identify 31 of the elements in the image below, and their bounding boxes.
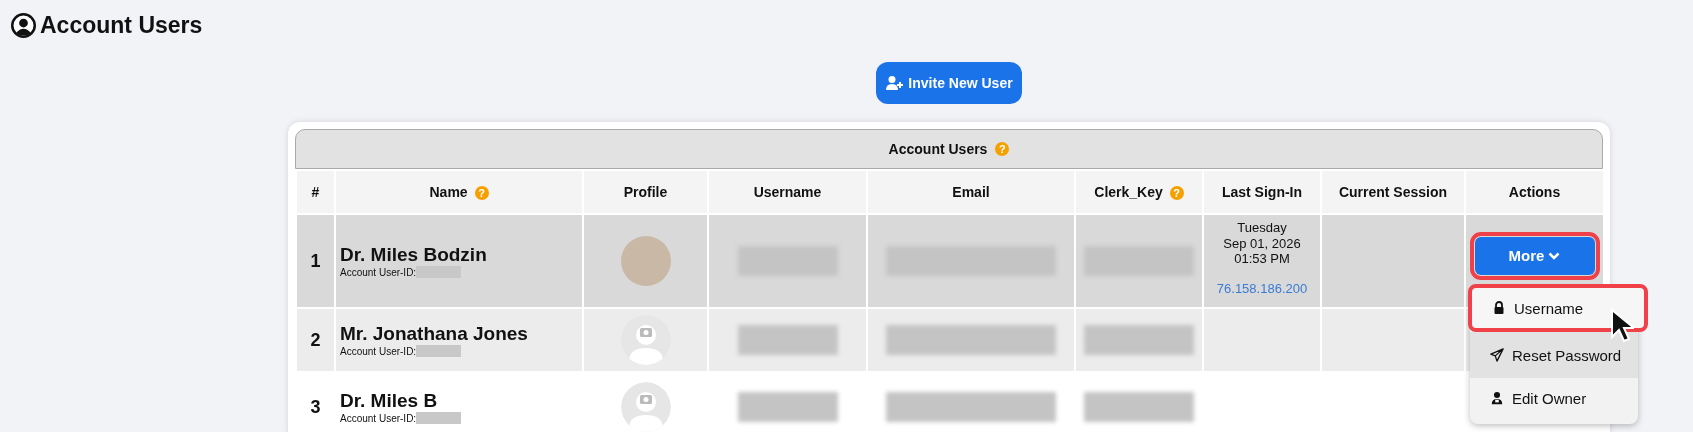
table-title: Account Users — [888, 141, 988, 157]
user-name: Dr. Miles Bodzin — [340, 244, 488, 266]
paper-plane-icon — [1490, 348, 1504, 362]
mouse-pointer-icon — [1610, 308, 1634, 344]
invite-user-button[interactable]: Invite New User — [876, 62, 1022, 104]
column-header: Email — [952, 184, 990, 200]
sign-in-time: Tuesday Sep 01, 2026 01:53 PM — [1222, 220, 1302, 267]
column-header: Username — [753, 184, 822, 200]
column-header: Profile — [623, 184, 668, 200]
add-user-icon — [885, 75, 906, 91]
row-number: 2 — [310, 329, 321, 350]
user-name: Dr. Miles B — [340, 390, 439, 412]
lock-icon — [1492, 301, 1506, 315]
user-id-label: Account User-ID: — [340, 266, 417, 278]
column-header: # — [311, 184, 320, 200]
menu-item[interactable]: Reset Password — [1470, 332, 1638, 378]
chevron-down-icon — [1548, 251, 1561, 260]
user-id-label: Account User-ID: — [340, 345, 417, 357]
user-id-label: Account User-ID: — [340, 412, 417, 424]
user-name: Mr. Jonathana Jones — [340, 323, 529, 345]
row-number: 3 — [310, 396, 321, 417]
row-number: 1 — [310, 250, 321, 271]
user-circle-icon — [11, 13, 36, 38]
page-title: Account Users — [40, 12, 203, 39]
menu-item[interactable]: Edit Owner — [1470, 378, 1638, 418]
column-header: Last Sign-In — [1221, 184, 1303, 200]
column-header: Clerk_Key — [1094, 184, 1163, 200]
column-header: Current Session — [1338, 184, 1448, 200]
column-header: Name — [429, 184, 468, 200]
user-icon — [1490, 391, 1504, 405]
column-header: Actions — [1508, 184, 1561, 200]
